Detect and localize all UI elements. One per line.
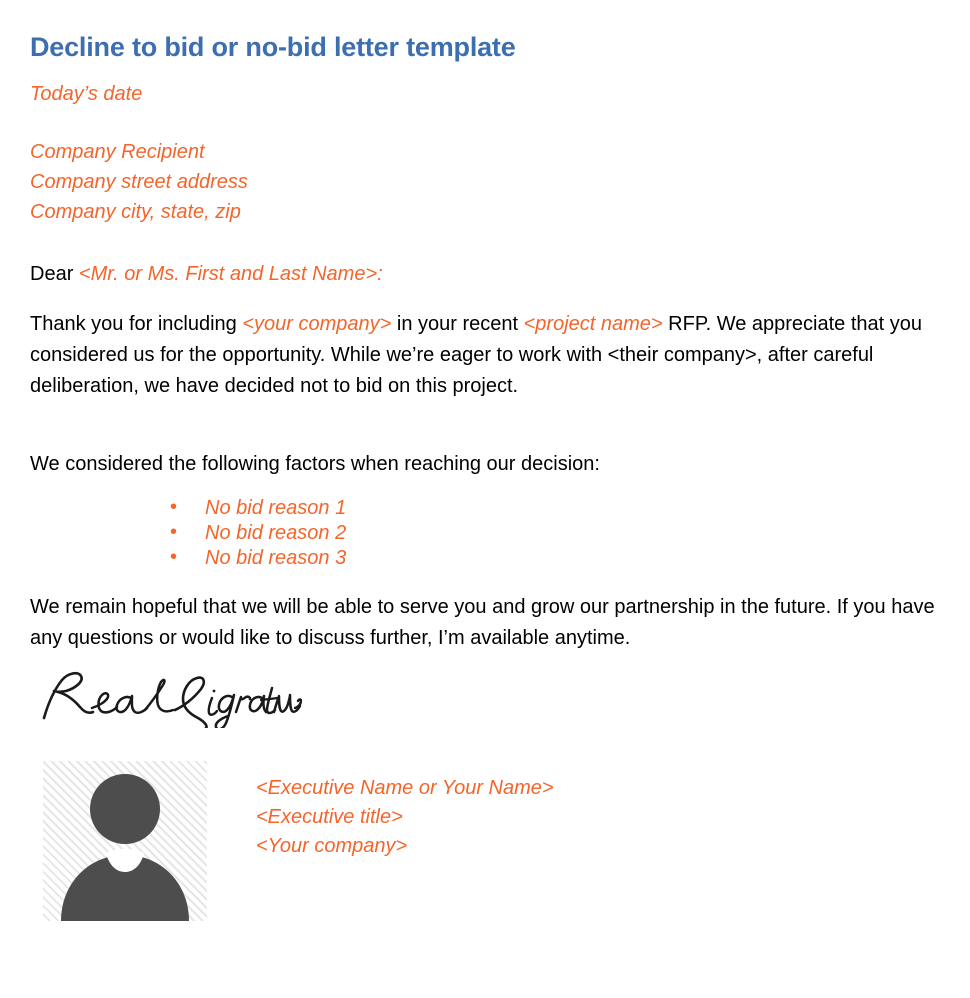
body-placeholder-your-company: <your company> [242, 313, 392, 336]
letter-template-document: Decline to bid or no-bid letter template… [0, 0, 970, 998]
salutation-line: Dear <Mr. or Ms. First and Last Name>: [30, 227, 940, 286]
body-segment-2: in your recent [391, 313, 524, 336]
body-placeholder-project-name: <project name> [523, 313, 663, 336]
signoff-line-company: <Your company> [256, 835, 408, 858]
signoff-line-name: <Executive Name or Your Name> [256, 777, 554, 800]
salutation-greeting: Dear [30, 263, 79, 286]
address-line-city-state-zip: Company city, state, zip [30, 201, 241, 224]
closing-paragraph: We remain hopeful that we will be able t… [30, 596, 935, 650]
page-title: Decline to bid or no-bid letter template [30, 32, 516, 62]
avatar [43, 761, 207, 922]
person-placeholder-icon [61, 774, 189, 922]
no-bid-reasons-list: No bid reason 1 No bid reason 2 No bid r… [30, 476, 940, 571]
address-line-street: Company street address [30, 171, 248, 194]
sign-off-block: <Executive Name or Your Name> <Executive… [30, 728, 940, 922]
handwritten-signature [30, 654, 940, 729]
recipient-address-block: Company Recipient Company street address… [30, 106, 940, 227]
date-placeholder: Today’s date [30, 83, 143, 106]
list-item: No bid reason 3 [170, 545, 940, 571]
sign-off-text-block: <Executive Name or Your Name> <Executive… [207, 761, 554, 861]
factors-lead-in-text: We considered the following factors when… [30, 453, 600, 476]
signature-ink-icon [42, 672, 302, 729]
salutation-name-placeholder: <Mr. or Ms. First and Last Name>: [78, 263, 383, 286]
body-paragraph: Thank you for including <your company> i… [30, 286, 938, 402]
body-segment-1: Thank you for including [30, 313, 243, 336]
list-item: No bid reason 2 [170, 520, 940, 546]
signoff-line-title: <Executive title> [256, 806, 403, 829]
list-item: No bid reason 1 [170, 495, 940, 521]
address-line-company: Company Recipient [30, 141, 205, 164]
